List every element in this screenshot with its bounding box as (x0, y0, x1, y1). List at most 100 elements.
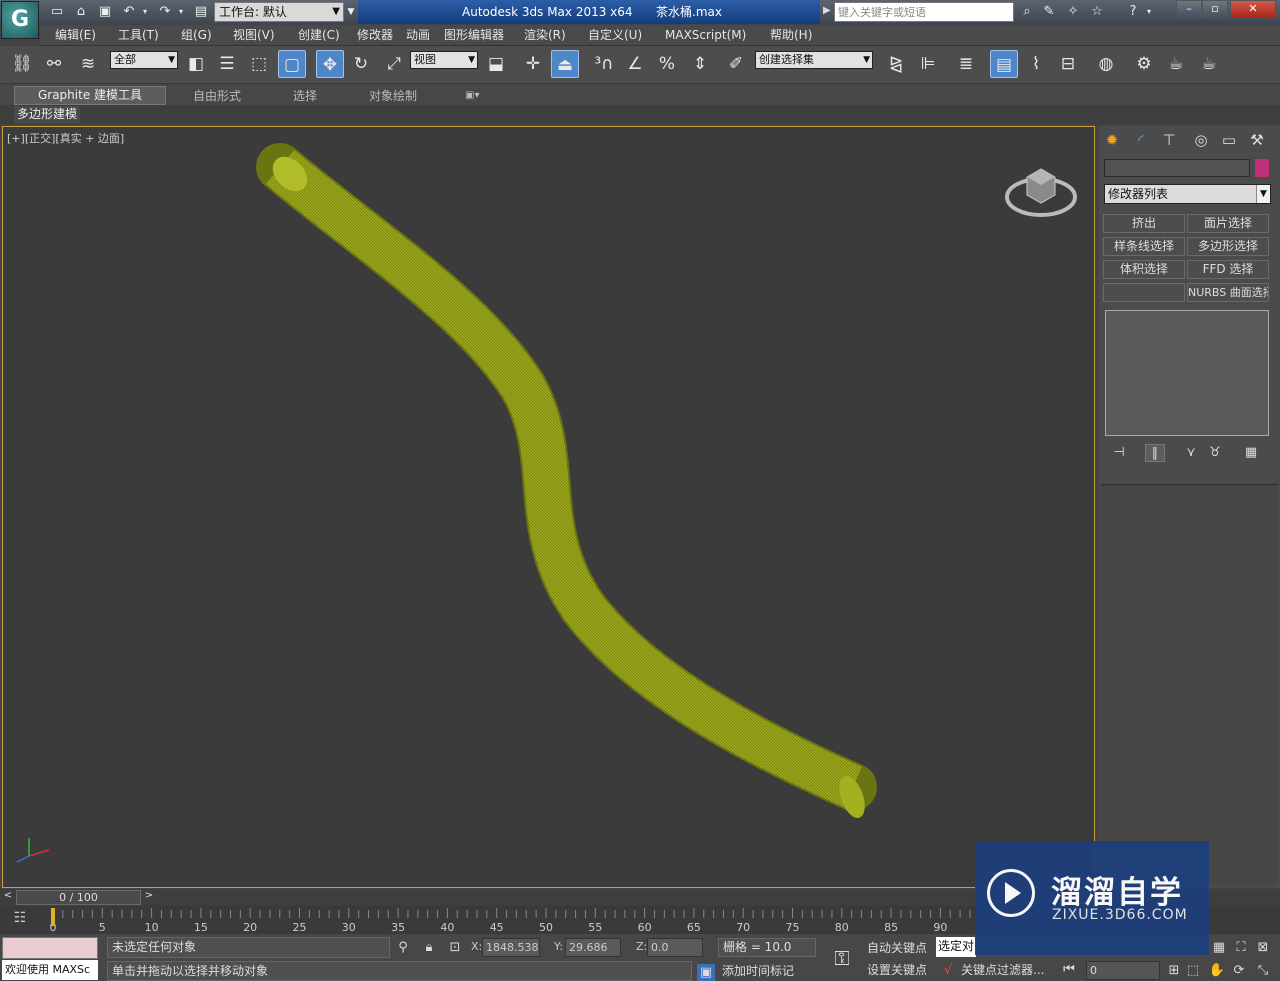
project-folder-icon[interactable]: ▤ (192, 3, 210, 21)
help-icon[interactable]: ? (1124, 3, 1142, 21)
time-slider-thumb[interactable]: 0 / 100 (16, 890, 141, 905)
z-coordinate-field[interactable]: 0.0 (647, 938, 703, 957)
patch-select-button[interactable]: 面片选择 (1187, 214, 1269, 233)
tab-polygon-modeling[interactable]: 多边形建模 (14, 106, 81, 123)
search-input[interactable]: 键入关键字或短语 (834, 2, 1014, 22)
tab-object-paint[interactable]: 对象绘制 (369, 87, 417, 105)
y-coordinate-field[interactable]: 29.686 (565, 938, 621, 957)
menu-rendering[interactable]: 渲染(R) (524, 25, 566, 45)
menu-create[interactable]: 创建(C) (298, 25, 340, 45)
maximize-button[interactable]: ▫ (1202, 0, 1228, 18)
ribbon-options-icon[interactable]: ▣▾ (465, 87, 479, 105)
current-frame-marker[interactable] (51, 908, 55, 926)
select-and-scale-icon[interactable]: ⤢ (380, 50, 408, 78)
curve-editor-icon[interactable]: ⌇ (1022, 50, 1050, 78)
remove-modifier-icon[interactable]: ♉ (1205, 444, 1225, 462)
nurbs-surface-select-button[interactable]: NURBS 曲面选择 (1187, 283, 1269, 302)
spinner-snap-icon[interactable]: ⇕ (686, 50, 714, 78)
menu-maxscript[interactable]: MAXScript(M) (665, 25, 746, 45)
link-icon[interactable]: ⛓ (8, 50, 36, 78)
align-icon[interactable]: ⊫ (914, 50, 942, 78)
menu-group[interactable]: 组(G) (181, 25, 212, 45)
orbit-icon[interactable]: ⟳ (1230, 962, 1248, 980)
render-setup-icon[interactable]: ⚙ (1130, 50, 1158, 78)
redo-dropdown-icon[interactable]: ▾ (176, 3, 186, 21)
schematic-view-icon[interactable]: ⊟ (1054, 50, 1082, 78)
maximize-viewport-icon[interactable]: ⤡ (1254, 962, 1272, 980)
zoom-extents-all-icon[interactable]: ⊞ (1165, 962, 1183, 980)
create-tab-icon[interactable]: ✹ (1100, 129, 1124, 151)
extrude-button[interactable]: 挤出 (1103, 214, 1185, 233)
maxscript-listener-field[interactable] (2, 937, 98, 959)
pin-stack-icon[interactable]: ⊣ (1109, 444, 1129, 462)
next-frame-icon[interactable]: > (143, 890, 155, 905)
key-set-dropdown[interactable]: 选定对 (936, 937, 976, 957)
angle-snap-icon[interactable]: ∠ (621, 50, 649, 78)
set-key-icon[interactable]: ⚿ (825, 944, 859, 972)
undo-dropdown-icon[interactable]: ▾ (140, 3, 150, 21)
snaps-toggle-icon[interactable]: ³∩ (590, 50, 618, 78)
render-production-icon[interactable]: ☕ (1195, 50, 1223, 78)
select-manipulate-icon[interactable]: ✛ (519, 50, 547, 78)
pan-view-icon[interactable]: ✋ (1208, 962, 1226, 980)
redo-icon[interactable]: ↷ (156, 3, 174, 21)
material-editor-icon[interactable]: ◍ (1092, 50, 1120, 78)
front-viewport[interactable]: [+][正交][真实 + 边面] (2, 126, 1095, 888)
go-to-start-icon[interactable]: ⏮ (1060, 961, 1078, 979)
make-unique-icon[interactable]: ⋎ (1181, 444, 1201, 462)
volume-select-button[interactable]: 体积选择 (1103, 260, 1185, 279)
rendered-frame-window-icon[interactable]: ☕ (1162, 50, 1190, 78)
tab-graphite-modeling[interactable]: Graphite 建模工具 (14, 86, 166, 105)
auto-key-button[interactable]: 自动关键点 (867, 938, 927, 958)
poly-select-button[interactable]: 多边形选择 (1187, 237, 1269, 256)
time-tag-icon[interactable]: ▣ (697, 964, 715, 981)
minimize-button[interactable]: – (1176, 0, 1202, 18)
zoom-all-icon[interactable]: ▦ (1210, 939, 1228, 957)
percent-snap-icon[interactable]: % (653, 50, 681, 78)
menu-customize[interactable]: 自定义(U) (588, 25, 642, 45)
modify-tab-icon[interactable]: ◜ (1129, 129, 1153, 151)
configure-modifier-sets-icon[interactable]: ▦ (1241, 444, 1261, 462)
select-and-rotate-icon[interactable]: ↻ (347, 50, 375, 78)
mirror-icon[interactable]: ⧎ (882, 50, 910, 78)
set-key-button[interactable]: 设置关键点 (867, 960, 927, 980)
spline-select-button[interactable]: 样条线选择 (1103, 237, 1185, 256)
communication-icon[interactable]: ✧ (1064, 3, 1082, 21)
menu-views[interactable]: 视图(V) (233, 25, 275, 45)
field-of-view-icon[interactable]: ⊠ (1254, 939, 1272, 957)
hierarchy-tab-icon[interactable]: ⊤ (1157, 129, 1181, 151)
mini-curve-editor-icon[interactable]: ☷ (8, 910, 32, 930)
menu-modifiers[interactable]: 修改器 (357, 25, 393, 45)
keyboard-shortcut-override-icon[interactable]: ⏏ (551, 50, 579, 78)
new-file-icon[interactable]: ▭ (48, 3, 66, 21)
select-object-icon[interactable]: ◧ (182, 50, 210, 78)
display-tab-icon[interactable]: ▭ (1217, 129, 1241, 151)
zoom-extents-icon[interactable]: ⛶ (1232, 939, 1250, 957)
maxscript-mini-listener[interactable]: 欢迎使用 MAXSc (2, 960, 98, 980)
rectangular-selection-icon[interactable]: ⬚ (245, 50, 273, 78)
open-file-icon[interactable]: ⌂ (72, 3, 90, 21)
menu-animation[interactable]: 动画 (406, 25, 430, 45)
save-icon[interactable]: ▣ (96, 3, 114, 21)
show-end-result-icon[interactable]: ∥ (1145, 444, 1165, 462)
key-filters-button[interactable]: 关键点过滤器... (961, 960, 1044, 980)
utilities-tab-icon[interactable]: ⚒ (1245, 129, 1269, 151)
named-selection-dropdown[interactable]: 创建选择集 ▼ (755, 51, 873, 69)
favorites-star-icon[interactable]: ☆ (1088, 3, 1106, 21)
select-and-move-icon[interactable]: ✥ (316, 50, 344, 78)
close-button[interactable]: ✕ (1230, 0, 1276, 18)
viewcube[interactable] (1005, 157, 1077, 219)
binoculars-icon[interactable]: ⌕ (1018, 3, 1036, 21)
bind-space-warp-icon[interactable]: ≋ (74, 50, 102, 78)
undo-icon[interactable]: ↶ (120, 3, 138, 21)
selection-filter-dropdown[interactable]: 全部 ▼ (110, 51, 178, 69)
modifier-stack[interactable] (1105, 310, 1269, 436)
select-by-name-icon[interactable]: ☰ (213, 50, 241, 78)
scene-explorer-icon[interactable]: ▤ (990, 50, 1018, 78)
lock-selection-icon[interactable]: 🔒︎ (420, 939, 438, 957)
window-crossing-icon[interactable]: ▢ (278, 50, 306, 78)
menu-tools[interactable]: 工具(T) (118, 25, 159, 45)
customize-qat-icon[interactable]: ▼ (345, 3, 357, 21)
menu-help[interactable]: 帮助(H) (770, 25, 812, 45)
tab-selection[interactable]: 选择 (293, 87, 317, 105)
